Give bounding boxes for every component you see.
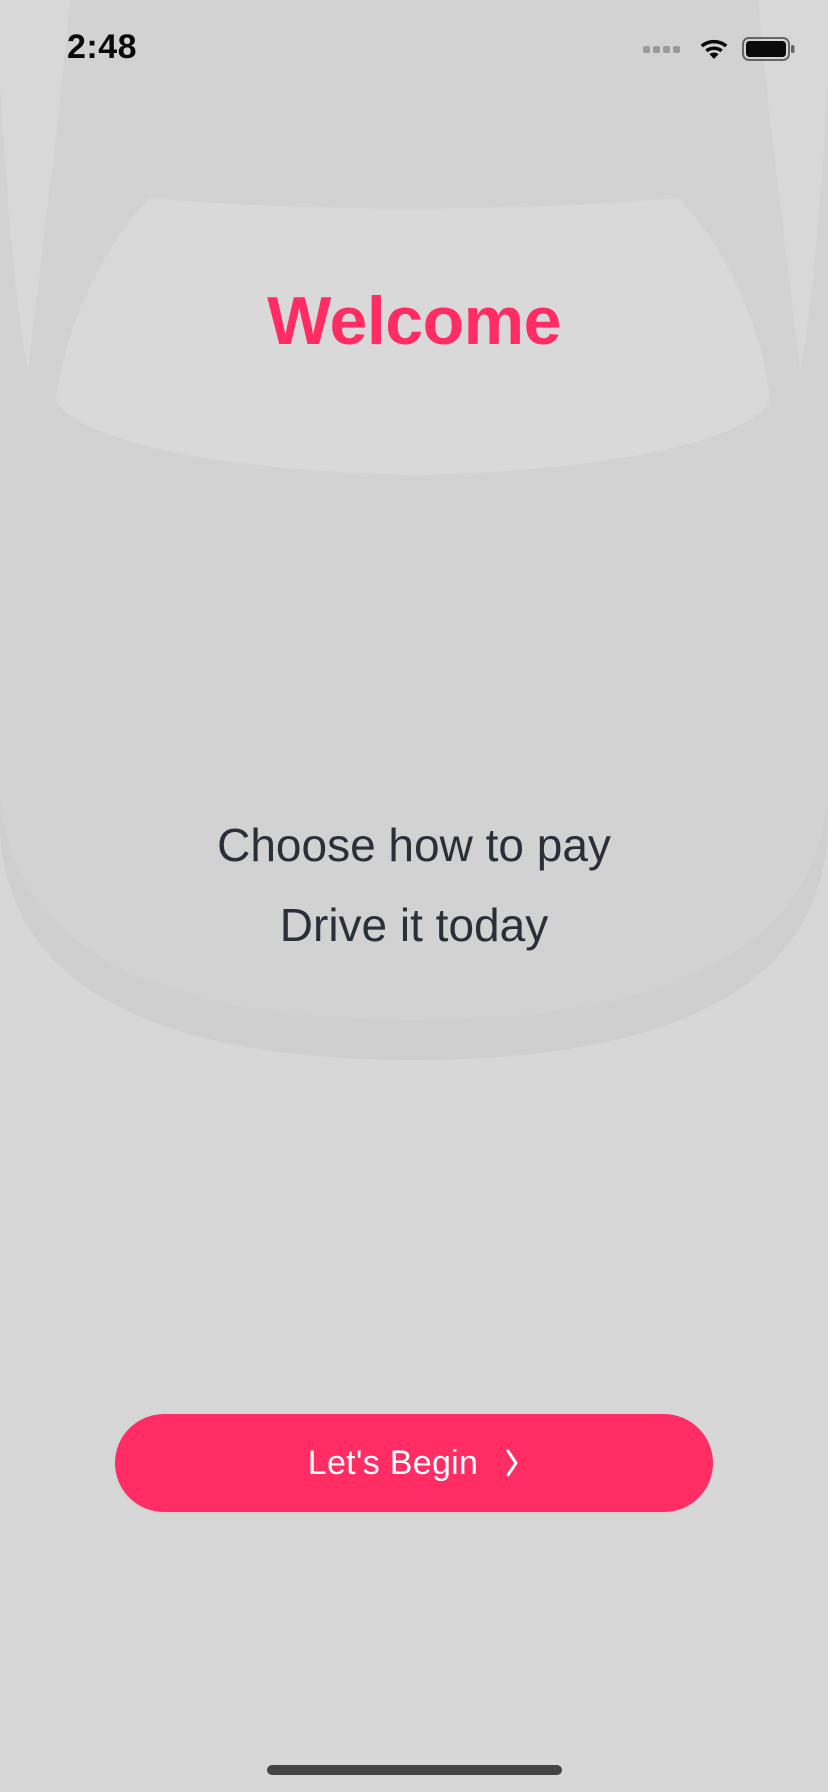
subtitle-drive-it-today: Drive it today bbox=[279, 899, 549, 951]
status-icons bbox=[643, 36, 796, 62]
status-time: 2:48 bbox=[67, 28, 138, 66]
chevron-right-icon bbox=[506, 1449, 518, 1477]
battery-icon bbox=[742, 37, 795, 61]
home-indicator[interactable] bbox=[267, 1765, 562, 1775]
welcome-title: Welcome bbox=[267, 283, 561, 359]
lets-begin-button[interactable]: Let's Begin bbox=[115, 1414, 713, 1512]
cellular-signal-icon bbox=[643, 45, 680, 53]
subtitle-choose-how-to-pay: Choose how to pay bbox=[217, 819, 611, 871]
welcome-screen: 2:48 Welcome Choose how to pay Drive it … bbox=[0, 0, 828, 1792]
wifi-icon bbox=[700, 39, 728, 59]
lets-begin-label: Let's Begin bbox=[307, 1443, 479, 1482]
status-bar: 2:48 bbox=[0, 0, 828, 100]
